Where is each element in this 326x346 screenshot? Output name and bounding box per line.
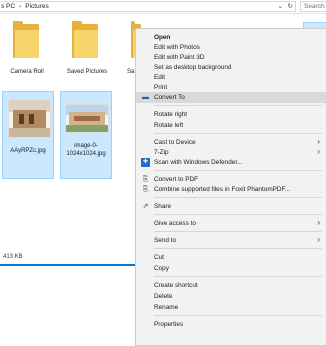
menu-item-rotate-right[interactable]: Rotate right <box>136 109 326 120</box>
menu-item-cut[interactable]: Cut <box>136 252 326 263</box>
menu-separator <box>154 133 322 134</box>
menu-item-delete[interactable]: Delete <box>136 291 326 302</box>
item-label: AAyRPZc.jpg <box>10 148 46 154</box>
search-placeholder: Search <box>304 3 325 10</box>
menu-separator <box>154 105 322 106</box>
context-menu: Open Edit with Photos Edit with Paint 3D… <box>135 28 326 346</box>
menu-separator <box>154 231 322 232</box>
menu-item-combine-foxit[interactable]: ⎘ Combine supported files in Foxit Phant… <box>136 184 326 195</box>
menu-separator <box>154 248 322 249</box>
chevron-right-icon: › <box>317 235 320 244</box>
item-label: Camera Roll <box>10 69 44 75</box>
chevron-right-icon: › <box>317 137 320 146</box>
menu-item-give-access[interactable]: Give access to › <box>136 218 326 229</box>
menu-separator <box>154 170 322 171</box>
menu-item-send-to[interactable]: Send to › <box>136 235 326 246</box>
convert-icon: ▬ <box>142 94 149 101</box>
address-bar: s PC › Pictures ⌄ ↻ Search <box>0 0 326 14</box>
share-icon: ⇗ <box>142 203 149 210</box>
menu-separator <box>154 276 322 277</box>
folder-icon <box>13 21 39 58</box>
menu-item-create-shortcut[interactable]: Create shortcut <box>136 280 326 291</box>
item-label: Saved Pictures <box>66 69 108 75</box>
search-input[interactable]: Search <box>300 1 326 12</box>
menu-separator <box>154 214 322 215</box>
file-image-0[interactable]: image-0-1024x1024.jpg <box>60 91 112 179</box>
menu-item-rotate-left[interactable]: Rotate left <box>136 120 326 131</box>
path-box[interactable]: s PC › Pictures ⌄ ↻ <box>0 1 296 12</box>
menu-item-share[interactable]: ⇗ Share <box>136 201 326 212</box>
folder-icon <box>72 21 98 58</box>
menu-item-properties[interactable]: Properties <box>136 319 326 330</box>
chevron-right-icon: › <box>19 3 22 10</box>
foxit-pdf-icon: ⎘ <box>142 176 149 183</box>
path-segment-pictures[interactable]: Pictures <box>25 3 48 10</box>
menu-separator <box>154 197 322 198</box>
menu-item-scan-defender[interactable]: ✚ Scan with Windows Defender... <box>136 157 326 168</box>
path-segment-pc[interactable]: s PC <box>1 3 15 10</box>
chevron-down-icon[interactable]: ⌄ <box>278 2 283 11</box>
refresh-icon[interactable]: ↻ <box>288 2 293 11</box>
chevron-right-icon: › <box>317 218 320 227</box>
status-size: 413 KB <box>3 254 23 260</box>
image-thumbnail <box>8 99 51 138</box>
chevron-right-icon: › <box>317 147 320 156</box>
menu-item-copy[interactable]: Copy <box>136 263 326 274</box>
item-label: image-0-1024x1024.jpg <box>66 143 106 157</box>
foxit-combine-icon: ⎘ <box>142 186 149 193</box>
menu-item-convert-to[interactable]: ▬ Convert To <box>136 92 326 103</box>
file-aayrpzc[interactable]: AAyRPZc.jpg <box>2 91 54 179</box>
image-thumbnail <box>65 104 109 133</box>
menu-separator <box>154 315 322 316</box>
windows-defender-icon: ✚ <box>141 158 150 167</box>
menu-item-rename[interactable]: Rename <box>136 302 326 313</box>
